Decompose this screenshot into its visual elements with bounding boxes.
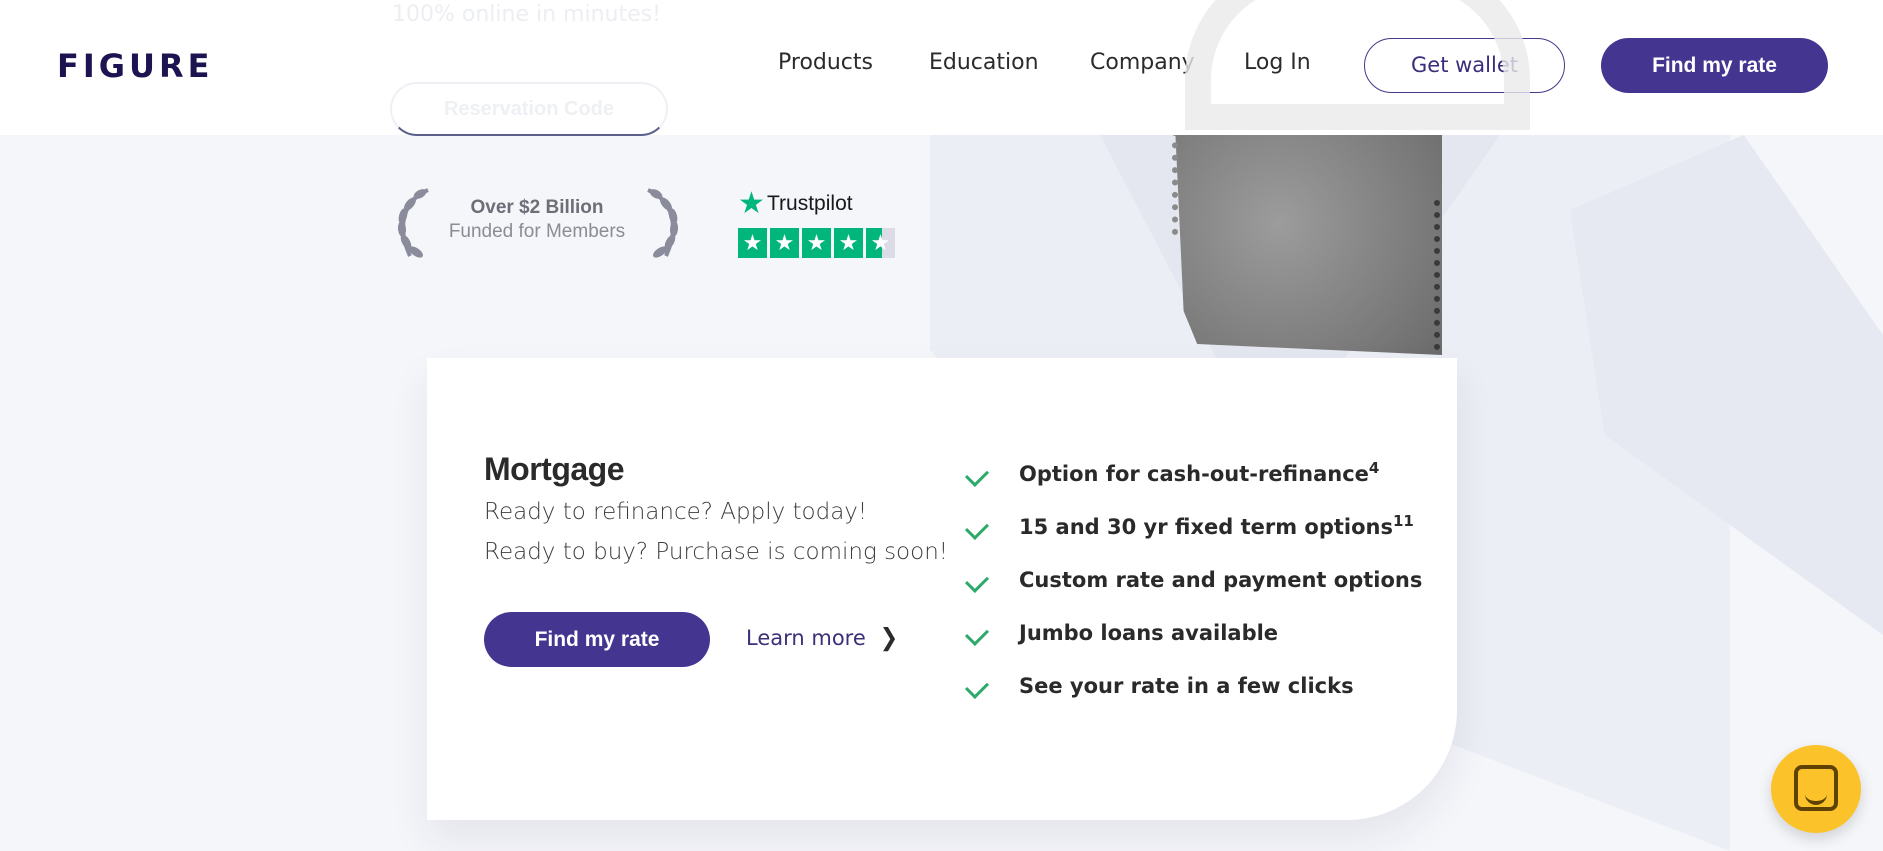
reservation-code-button[interactable]: Reservation Code — [390, 82, 668, 136]
trustpilot-rating[interactable]: ★ ★ ★ ★ ★ — [738, 228, 895, 258]
rating-star-icon: ★ — [770, 228, 799, 258]
find-rate-button[interactable]: Find my rate — [484, 612, 710, 667]
feature-text: 15 and 30 yr fixed term options — [1019, 515, 1393, 539]
laurel-right-icon — [647, 188, 679, 258]
mortgage-card: Mortgage Ready to refinance? Apply today… — [427, 358, 1457, 820]
nav-education[interactable]: Education — [929, 50, 1039, 75]
card-line-refinance: Ready to refinance? Apply today! — [484, 499, 868, 525]
laurel-left-icon — [397, 188, 429, 258]
padlock-image — [1175, 135, 1442, 355]
figure-logo[interactable]: FIGURE — [57, 47, 214, 85]
lock-shackle-image — [1185, 0, 1530, 130]
award-caption: Funded for Members — [448, 221, 626, 242]
check-icon — [964, 462, 990, 488]
trustpilot-star-icon: ★ — [738, 187, 765, 220]
feature-text: Option for cash-out-refinance — [1019, 462, 1369, 486]
check-icon — [964, 674, 990, 700]
nav-products[interactable]: Products — [778, 50, 873, 75]
chain-image — [1172, 130, 1194, 235]
chain-image — [1420, 200, 1440, 350]
trustpilot-name: Trustpilot — [767, 192, 853, 215]
feature-text: Jumbo loans available — [1019, 621, 1279, 645]
feature-text: See your rate in a few clicks — [1019, 674, 1354, 698]
footnote-link[interactable]: 4 — [1369, 459, 1379, 477]
rating-half-star-icon: ★ — [866, 228, 895, 258]
chat-launcher-button[interactable] — [1771, 745, 1861, 833]
check-icon — [964, 621, 990, 647]
card-line-purchase: Ready to buy? Purchase is coming soon! — [484, 539, 948, 565]
feature-text: Custom rate and payment options — [1019, 568, 1423, 592]
learn-more-link[interactable]: Learn more ❯ — [746, 624, 899, 653]
rating-star-icon: ★ — [738, 228, 767, 258]
hero-faded-text: 100% online in minutes! — [392, 2, 661, 27]
check-icon — [964, 515, 990, 541]
rating-star-icon: ★ — [802, 228, 831, 258]
card-title: Mortgage — [484, 451, 625, 487]
learn-more-label: Learn more — [746, 626, 866, 650]
find-rate-header-button[interactable]: Find my rate — [1601, 38, 1828, 93]
footnote-link[interactable]: 11 — [1393, 512, 1414, 530]
rating-star-icon: ★ — [834, 228, 863, 258]
nav-company[interactable]: Company — [1090, 50, 1195, 75]
site-header: 100% online in minutes! Reservation Code… — [0, 0, 1883, 136]
check-icon — [964, 568, 990, 594]
chat-icon — [1794, 765, 1838, 811]
chevron-right-icon: ❯ — [879, 624, 899, 653]
award-amount: Over $2 Billion — [470, 197, 604, 218]
